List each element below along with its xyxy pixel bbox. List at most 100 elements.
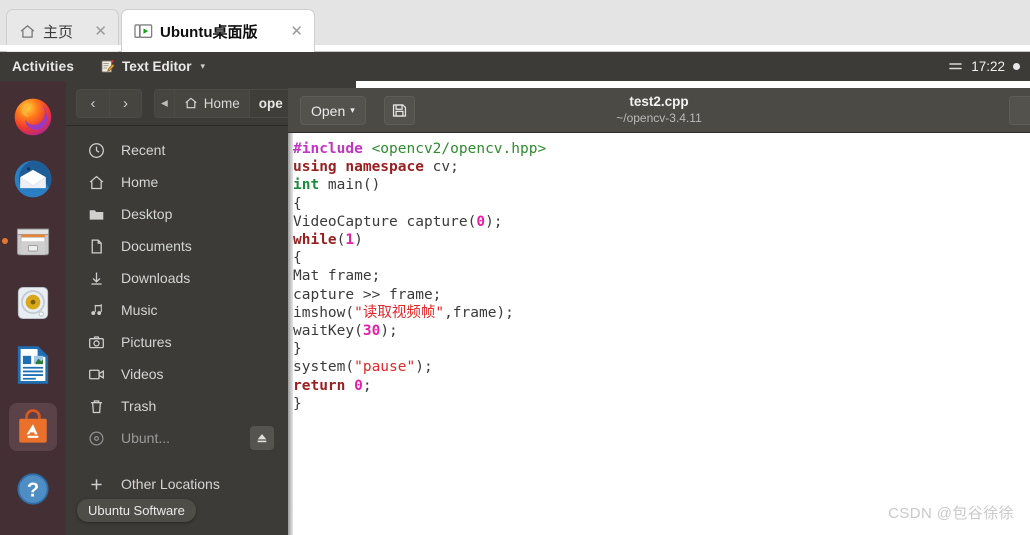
dock-item-files[interactable] (2, 217, 57, 265)
chevron-down-icon: ▾ (350, 105, 355, 115)
home-icon (185, 97, 197, 109)
svg-text:?: ? (27, 479, 39, 501)
code-line: VideoCapture capture(0); (293, 213, 503, 230)
code-line: int main() (293, 177, 381, 194)
gnome-top-bar: Activities Text Editor ▾ 17:22 (0, 52, 1030, 81)
clock-label: 17:22 (971, 59, 1005, 74)
code-line: { (293, 195, 302, 212)
browser-tab-label: 主页 (43, 23, 74, 41)
breadcrumb-item-home[interactable]: Home (174, 88, 250, 118)
code-line: while(1) (293, 232, 363, 249)
sidebar-item-label: Pictures (121, 334, 172, 350)
sidebar-item-label: Music (121, 302, 158, 318)
text-editor-header: Open ▾ test2.cpp ~/opencv-3.4.11 (288, 88, 1030, 133)
forward-button[interactable]: › (109, 88, 142, 118)
text-editor-window: Open ▾ test2.cpp ~/opencv-3.4.11 #includ… (288, 88, 1030, 535)
sidebar-item-videos[interactable]: Videos (66, 358, 288, 390)
code-line: capture >> frame; (293, 286, 442, 303)
eject-button[interactable] (250, 426, 274, 450)
breadcrumb-label: Home (203, 95, 240, 111)
file-manager-sidebar: Recent Home Desktop Documents Downloads … (66, 126, 288, 535)
sidebar-item-label: Home (121, 174, 159, 190)
browser-tab-label: Ubuntu桌面版 (160, 23, 258, 41)
watermark: CSDN @包谷徐徐 (888, 505, 1014, 522)
sidebar-item-desktop[interactable]: Desktop (66, 198, 288, 230)
code-line: } (293, 341, 302, 358)
sidebar-item-drive[interactable]: Ubunt... (66, 422, 288, 454)
sidebar-item-pictures[interactable]: Pictures (66, 326, 288, 358)
files-icon (16, 228, 50, 256)
save-button[interactable] (384, 96, 415, 125)
notepad-pencil-icon (101, 60, 115, 73)
code-line: imshow("读取视频帧",frame); (293, 304, 514, 321)
dock-item-firefox[interactable] (9, 93, 57, 141)
breadcrumb-item-current[interactable]: ope (249, 88, 293, 118)
breadcrumb-collapse[interactable]: ◂ (154, 88, 175, 118)
sidebar-item-trash[interactable]: Trash (66, 390, 288, 422)
sidebar-item-other-locations[interactable]: Other Locations (66, 468, 288, 500)
plus-icon (91, 478, 102, 490)
browser-tab-home[interactable]: 主页 ✕ (6, 9, 119, 52)
browser-tab-ubuntu[interactable]: Ubuntu桌面版 ✕ (121, 9, 315, 52)
sidebar-item-label: Videos (121, 366, 164, 382)
activities-button[interactable]: Activities (12, 59, 74, 74)
hamburger-icon (949, 62, 963, 69)
home-icon (20, 24, 35, 38)
rhythmbox-icon (17, 286, 49, 320)
ubuntu-dock: ? (0, 81, 66, 535)
sidebar-item-music[interactable]: Music (66, 294, 288, 326)
tooltip-ubuntu-software: Ubuntu Software (77, 499, 196, 522)
browser-tab-strip: 主页 ✕ Ubuntu桌面版 ✕ (0, 0, 1030, 52)
dock-item-help[interactable]: ? (9, 465, 57, 513)
running-indicator-icon (2, 238, 8, 244)
app-menu-label: Text Editor (122, 59, 192, 74)
close-icon[interactable]: ✕ (288, 24, 305, 39)
menu-button[interactable] (1009, 96, 1030, 125)
sidebar-item-label: Documents (121, 238, 192, 254)
home-icon (89, 175, 104, 189)
help-icon: ? (17, 473, 49, 505)
sidebar-item-label: Desktop (121, 206, 173, 222)
play-window-icon (134, 23, 153, 38)
save-icon (392, 104, 407, 117)
disc-icon (89, 430, 104, 446)
status-area[interactable]: 17:22 (948, 59, 1020, 74)
app-menu-button[interactable]: Text Editor ▾ (100, 59, 205, 74)
dock-item-thunderbird[interactable] (9, 155, 57, 203)
clock-icon (89, 142, 104, 158)
ubuntu-software-icon (19, 409, 47, 443)
folder-icon (89, 209, 104, 220)
download-icon (91, 272, 102, 285)
film-icon (89, 369, 104, 379)
back-button[interactable]: ‹ (76, 88, 109, 118)
firefox-icon (14, 98, 52, 136)
code-line: return 0; (293, 377, 372, 394)
dock-item-rhythmbox[interactable] (9, 279, 57, 327)
code-line: waitKey(30); (293, 323, 398, 340)
screen: 主页 ✕ Ubuntu桌面版 ✕ Activities Text Editor … (0, 0, 1030, 535)
code-area[interactable]: #include <opencv2/opencv.hpp> using names… (293, 133, 1030, 535)
thunderbird-icon (14, 160, 52, 198)
close-icon[interactable]: ✕ (92, 24, 109, 39)
code-line: } (293, 395, 302, 412)
dock-item-libreoffice-writer[interactable] (9, 341, 57, 389)
dock-item-ubuntu-software[interactable] (9, 403, 57, 451)
sidebar-item-label: Downloads (121, 270, 191, 286)
document-icon (91, 238, 102, 254)
sidebar-item-label: Recent (121, 142, 166, 158)
music-note-icon (91, 303, 102, 315)
open-button-label: Open (311, 102, 346, 119)
sidebar-item-downloads[interactable]: Downloads (66, 262, 288, 294)
sidebar-item-recent[interactable]: Recent (66, 134, 288, 166)
code-line: { (293, 250, 302, 267)
camera-icon (89, 335, 104, 348)
sidebar-item-documents[interactable]: Documents (66, 230, 288, 262)
code-line: system("pause"); (293, 359, 433, 376)
sidebar-item-home[interactable]: Home (66, 166, 288, 198)
code-line: Mat frame; (293, 268, 381, 285)
chevron-down-icon: ▾ (200, 61, 206, 71)
sidebar-drive-label: Ubunt... (121, 430, 171, 446)
sidebar-item-label: Trash (121, 398, 157, 414)
code-line: #include <opencv2/opencv.hpp> (293, 141, 547, 157)
open-button[interactable]: Open ▾ (300, 96, 366, 125)
